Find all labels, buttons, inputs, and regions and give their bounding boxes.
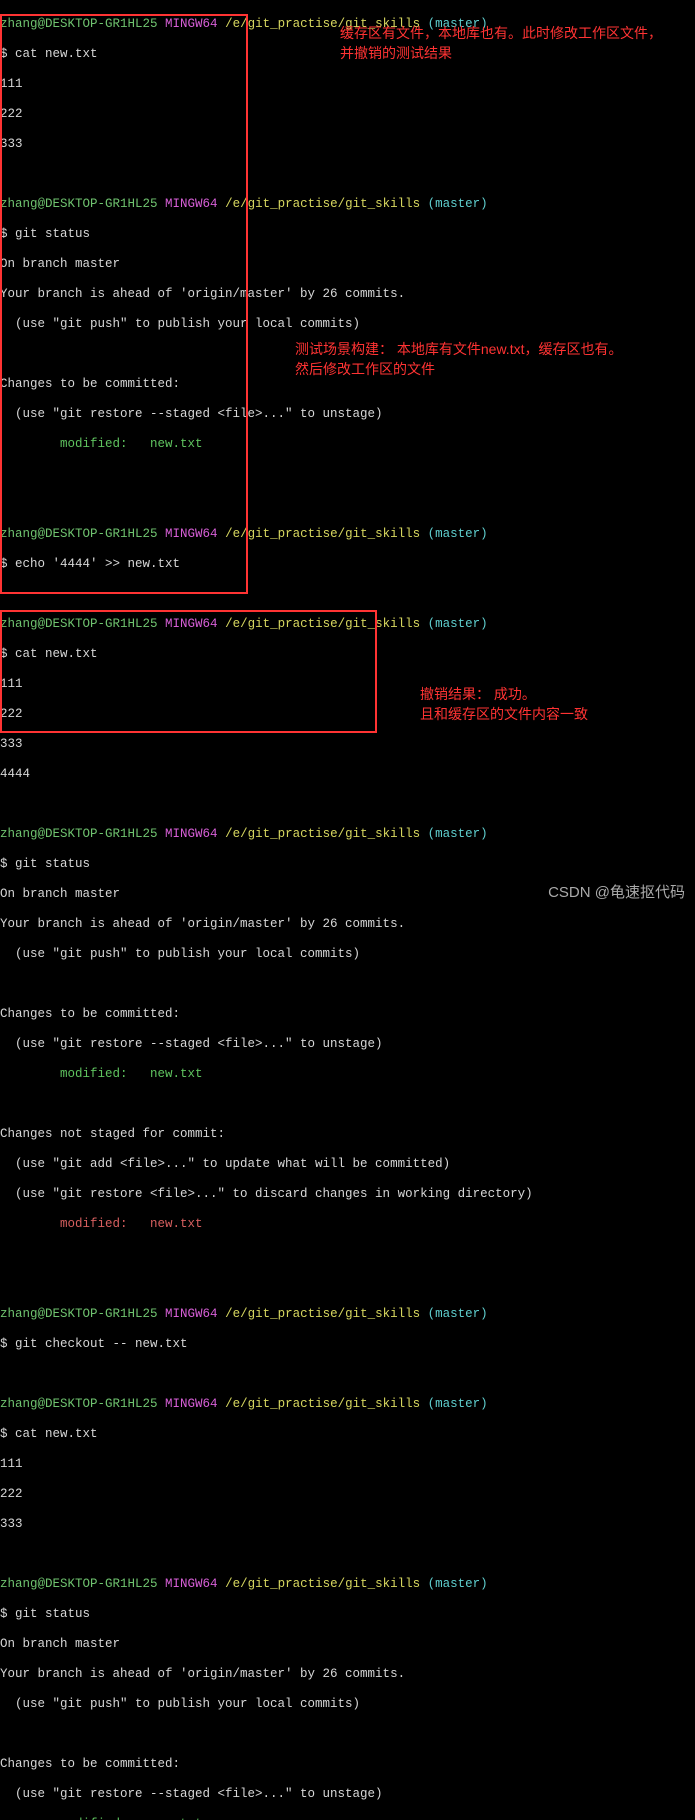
output-line: 222 — [0, 107, 695, 122]
annotation-text-1: 缓存区有文件，本地库也有。此时修改工作区文件， 并撤销的测试结果 — [340, 24, 662, 63]
prompt-user: zhang@DESKTOP-GR1HL25 — [0, 527, 158, 541]
cmd-status: $ git status — [0, 227, 695, 242]
prompt-branch: (master) — [428, 527, 488, 541]
output-line: 333 — [0, 737, 695, 752]
prompt-user: zhang@DESKTOP-GR1HL25 — [0, 1397, 158, 1411]
output-line: 111 — [0, 77, 695, 92]
output-line: (use "git restore --staged <file>..." to… — [0, 407, 695, 422]
cmd-cat: $ cat new.txt — [0, 1427, 695, 1442]
output-line: (use "git restore --staged <file>..." to… — [0, 1787, 695, 1802]
prompt-branch: (master) — [428, 617, 488, 631]
output-line: (use "git restore --staged <file>..." to… — [0, 1037, 695, 1052]
prompt-host: MINGW64 — [165, 527, 218, 541]
output-line: Changes not staged for commit: — [0, 1127, 695, 1142]
output-line: 333 — [0, 1517, 695, 1532]
output-line: Changes to be committed: — [0, 1007, 695, 1022]
watermark: CSDN @龟速抠代码 — [548, 884, 685, 902]
output-line: (use "git push" to publish your local co… — [0, 317, 695, 332]
cmd-status: $ git status — [0, 1607, 695, 1622]
prompt-user: zhang@DESKTOP-GR1HL25 — [0, 1307, 158, 1321]
prompt-branch: (master) — [428, 1397, 488, 1411]
prompt-user: zhang@DESKTOP-GR1HL25 — [0, 197, 158, 211]
output-line: On branch master — [0, 257, 695, 272]
prompt-user: zhang@DESKTOP-GR1HL25 — [0, 827, 158, 841]
prompt-branch: (master) — [428, 1307, 488, 1321]
output-line: 4444 — [0, 767, 695, 782]
output-line: (use "git push" to publish your local co… — [0, 947, 695, 962]
prompt-host: MINGW64 — [165, 1307, 218, 1321]
output-line: Your branch is ahead of 'origin/master' … — [0, 1667, 695, 1682]
prompt-branch: (master) — [428, 197, 488, 211]
prompt-path: /e/git_practise/git_skills — [225, 617, 420, 631]
annotation-text-2: 测试场景构建： 本地库有文件new.txt，缓存区也有。 然后修改工作区的文件 — [295, 340, 622, 379]
cmd-echo: $ echo '4444' >> new.txt — [0, 557, 695, 572]
output-line: 111 — [0, 1457, 695, 1472]
output-line: Your branch is ahead of 'origin/master' … — [0, 917, 695, 932]
output-line: (use "git push" to publish your local co… — [0, 1697, 695, 1712]
output-line: (use "git add <file>..." to update what … — [0, 1157, 695, 1172]
prompt-path: /e/git_practise/git_skills — [225, 1577, 420, 1591]
output-line: 333 — [0, 137, 695, 152]
output-line: 222 — [0, 1487, 695, 1502]
output-modified: modified: new.txt — [0, 1067, 695, 1082]
terminal-output: zhang@DESKTOP-GR1HL25 MINGW64 /e/git_pra… — [0, 0, 695, 1820]
output-line: Changes to be committed: — [0, 377, 695, 392]
prompt-path: /e/git_practise/git_skills — [225, 197, 420, 211]
output-line: 111 — [0, 677, 695, 692]
output-line: Your branch is ahead of 'origin/master' … — [0, 287, 695, 302]
output-modified: modified: new.txt — [0, 1817, 695, 1820]
prompt-path: /e/git_practise/git_skills — [225, 1307, 420, 1321]
prompt-host: MINGW64 — [165, 617, 218, 631]
cmd-status: $ git status — [0, 857, 695, 872]
prompt-user: zhang@DESKTOP-GR1HL25 — [0, 1577, 158, 1591]
output-line: Changes to be committed: — [0, 1757, 695, 1772]
output-modified-red: modified: new.txt — [0, 1217, 695, 1232]
prompt-host: MINGW64 — [165, 1577, 218, 1591]
output-line: 222 — [0, 707, 695, 722]
output-line: On branch master — [0, 1637, 695, 1652]
prompt-path: /e/git_practise/git_skills — [225, 1397, 420, 1411]
prompt-user: zhang@DESKTOP-GR1HL25 — [0, 617, 158, 631]
output-line: (use "git restore <file>..." to discard … — [0, 1187, 695, 1202]
annotation-text-3: 撤销结果： 成功。 且和缓存区的文件内容一致 — [420, 685, 588, 724]
prompt-branch: (master) — [428, 1577, 488, 1591]
prompt-host: MINGW64 — [165, 827, 218, 841]
prompt-host: MINGW64 — [165, 17, 218, 31]
prompt-user: zhang@DESKTOP-GR1HL25 — [0, 17, 158, 31]
prompt-host: MINGW64 — [165, 1397, 218, 1411]
cmd-cat: $ cat new.txt — [0, 647, 695, 662]
prompt-path: /e/git_practise/git_skills — [225, 827, 420, 841]
prompt-host: MINGW64 — [165, 197, 218, 211]
prompt-path: /e/git_practise/git_skills — [225, 527, 420, 541]
cmd-checkout: $ git checkout -- new.txt — [0, 1337, 695, 1352]
output-modified: modified: new.txt — [0, 437, 695, 452]
prompt-branch: (master) — [428, 827, 488, 841]
